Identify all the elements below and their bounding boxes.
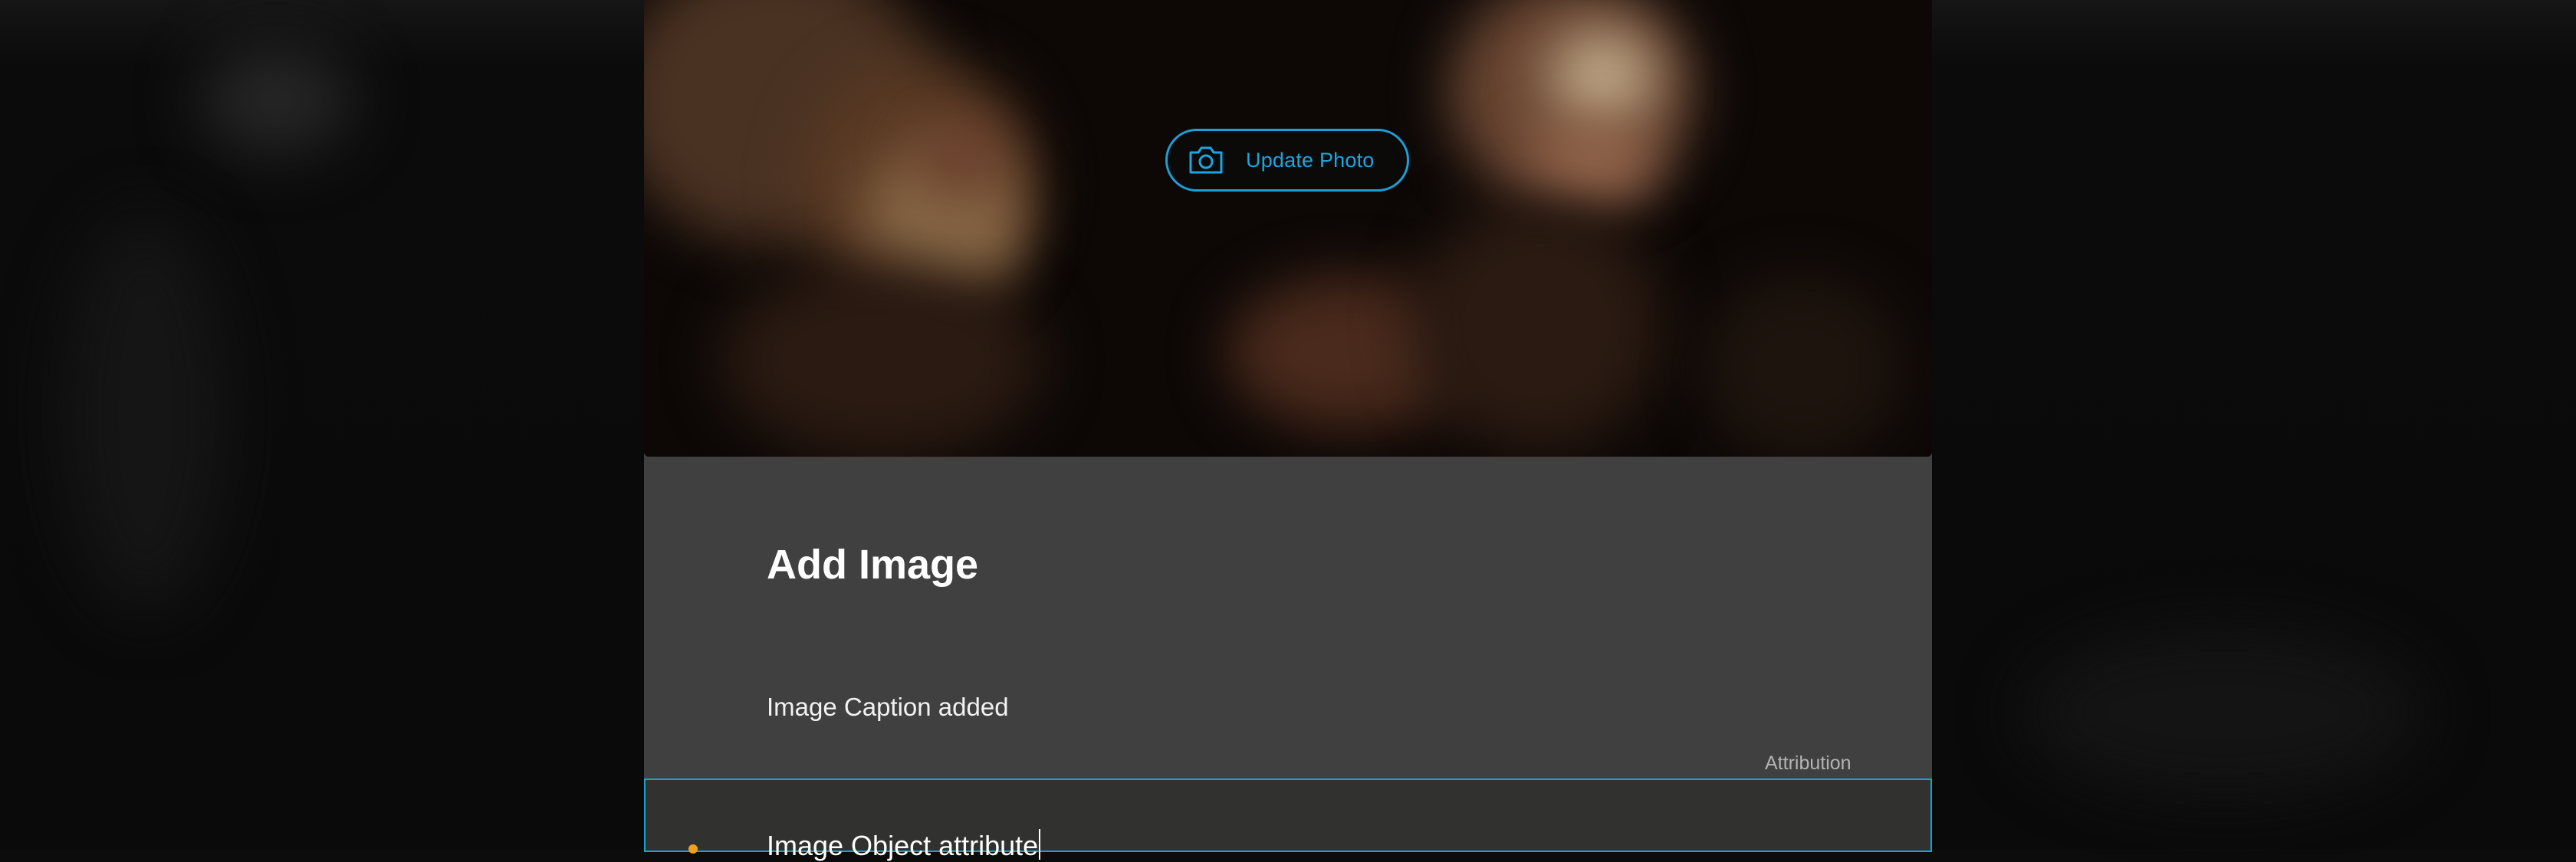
preview-blur	[721, 261, 1043, 457]
text-caret	[1039, 829, 1041, 860]
preview-blur	[912, 123, 1004, 199]
background-blur	[199, 46, 353, 153]
update-photo-label: Update Photo	[1246, 149, 1375, 172]
attribution-text: Image Object attribute	[767, 830, 1039, 861]
preview-blur	[1526, 130, 1656, 199]
background-blur	[2024, 628, 2423, 797]
preview-blur	[1411, 199, 1664, 452]
preview-blur	[1702, 276, 1901, 457]
add-image-modal: Update Photo Add Image Image Caption add…	[644, 0, 1932, 861]
update-photo-button[interactable]: Update Photo	[1165, 129, 1409, 192]
image-preview: Update Photo	[644, 0, 1932, 457]
attribution-input[interactable]: Image Object attribute	[644, 778, 1932, 861]
modal-title: Add Image	[767, 542, 979, 588]
attribution-label: Attribution	[1765, 752, 1852, 774]
camera-icon	[1188, 145, 1224, 175]
preview-blur	[1549, 31, 1656, 123]
status-dot-icon	[688, 844, 698, 854]
image-caption-field[interactable]: Image Caption added	[767, 693, 1009, 722]
attribution-input-value: Image Object attribute	[767, 829, 1041, 862]
background-blur	[61, 215, 230, 613]
